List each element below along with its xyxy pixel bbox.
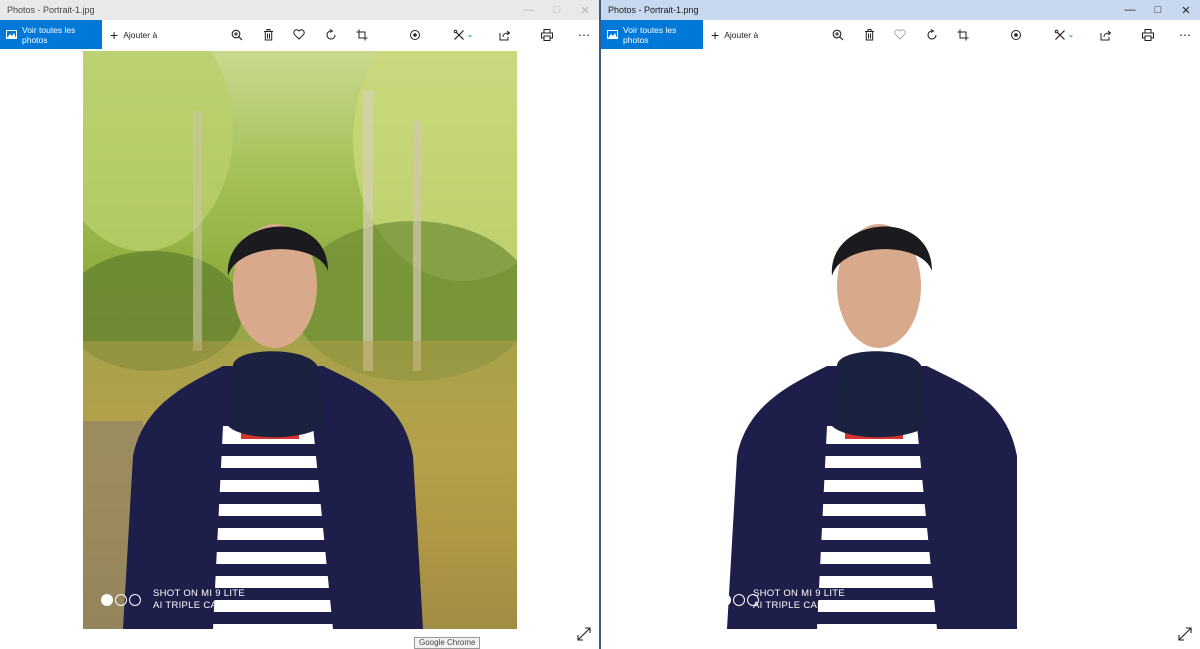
maximize-button[interactable]: □: [543, 0, 571, 20]
window-title: Photos - Portrait-1.jpg: [7, 5, 95, 15]
share-icon[interactable]: [494, 20, 516, 49]
person-figure: [123, 224, 423, 629]
window-title: Photos - Portrait-1.png: [608, 5, 699, 15]
minimize-button[interactable]: —: [1116, 0, 1144, 20]
camera-watermark: SHOT ON MI 9 LITE AI TRIPLE CAMERA: [753, 588, 846, 611]
toolbar: Voir toutes les photos + Ajouter à ⌄ ⋯: [601, 20, 1200, 49]
expand-icon[interactable]: [577, 627, 591, 641]
titlebar[interactable]: Photos - Portrait-1.jpg — □ ✕: [0, 0, 599, 20]
titlebar[interactable]: Photos - Portrait-1.png — □ ✕: [601, 0, 1200, 20]
chevron-down-icon: ⌄: [466, 30, 474, 39]
zoom-icon[interactable]: [827, 20, 849, 49]
plus-icon: +: [110, 26, 119, 43]
edit-icon[interactable]: ⌄: [1049, 20, 1079, 49]
favorite-icon[interactable]: [288, 20, 310, 49]
portrait-photo: SHOT ON MI 9 LITE AI TRIPLE CAMERA: [83, 51, 517, 629]
portrait-photo-cutout: SHOT ON MI 9 LITE AI TRIPLE CAMERA: [717, 51, 1017, 629]
window-controls: — □ ✕: [1116, 0, 1200, 20]
close-button[interactable]: ✕: [571, 0, 599, 20]
photos-icon: [607, 30, 618, 39]
delete-icon[interactable]: [257, 20, 279, 49]
rotate-icon[interactable]: [921, 20, 943, 49]
add-to-label: Ajouter à: [123, 29, 158, 40]
rotate-icon[interactable]: [320, 20, 342, 49]
window-controls: — □ ✕: [515, 0, 599, 20]
share-icon[interactable]: [1095, 20, 1117, 49]
add-to-button[interactable]: + Ajouter à: [110, 26, 158, 43]
print-icon[interactable]: [536, 20, 558, 49]
photos-icon: [6, 30, 17, 39]
expand-icon[interactable]: [1178, 627, 1192, 641]
camera-watermark-dots: [101, 594, 141, 606]
add-to-label: Ajouter à: [724, 29, 759, 40]
crop-icon[interactable]: [351, 20, 373, 49]
photos-window-png: Photos - Portrait-1.png — □ ✕ Voir toute…: [601, 0, 1200, 649]
delete-icon[interactable]: [858, 20, 880, 49]
see-all-photos-label: Voir toutes les photos: [623, 24, 677, 45]
plus-icon: +: [711, 26, 720, 43]
toolbar: Voir toutes les photos + Ajouter à ⌄ ⋯: [0, 20, 599, 49]
person-figure: [727, 224, 1017, 629]
chevron-down-icon: ⌄: [1067, 30, 1075, 39]
maximize-button[interactable]: □: [1144, 0, 1172, 20]
print-icon[interactable]: [1137, 20, 1159, 49]
see-all-photos-label: Voir toutes les photos: [22, 24, 76, 45]
minimize-button[interactable]: —: [515, 0, 543, 20]
close-button[interactable]: ✕: [1172, 0, 1200, 20]
add-to-button[interactable]: + Ajouter à: [711, 26, 759, 43]
enhance-icon[interactable]: [404, 20, 426, 49]
photos-window-jpg: Photos - Portrait-1.jpg — □ ✕ Voir toute…: [0, 0, 599, 649]
enhance-icon[interactable]: [1005, 20, 1027, 49]
camera-watermark: SHOT ON MI 9 LITE AI TRIPLE CAMERA: [153, 588, 246, 611]
zoom-icon[interactable]: [226, 20, 248, 49]
see-all-photos-button[interactable]: Voir toutes les photos: [0, 20, 102, 49]
taskbar-tooltip: Google Chrome: [414, 637, 481, 649]
edit-icon[interactable]: ⌄: [448, 20, 478, 49]
see-all-photos-button[interactable]: Voir toutes les photos: [601, 20, 703, 49]
photo-viewer[interactable]: SHOT ON MI 9 LITE AI TRIPLE CAMERA: [601, 49, 1200, 649]
more-icon[interactable]: ⋯: [573, 20, 595, 49]
photo-viewer[interactable]: SHOT ON MI 9 LITE AI TRIPLE CAMERA: [0, 49, 599, 649]
favorite-icon[interactable]: [889, 20, 911, 49]
crop-icon[interactable]: [952, 20, 974, 49]
more-icon[interactable]: ⋯: [1174, 20, 1196, 49]
